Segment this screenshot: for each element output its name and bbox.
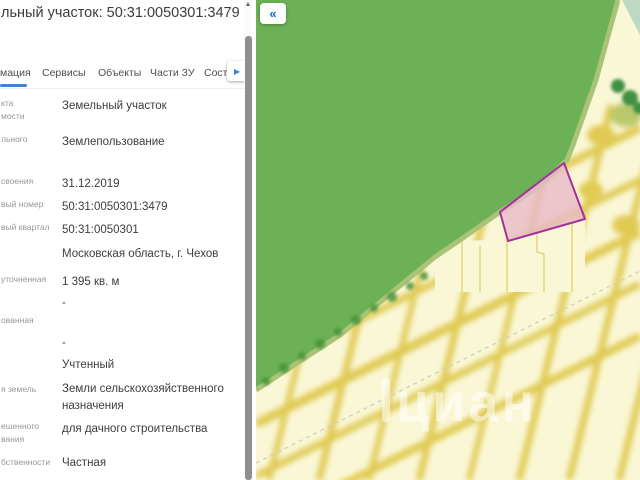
tab-parcel-parts[interactable]: Части ЗУ bbox=[150, 67, 195, 79]
value-area-refined: 1 395 кв. м bbox=[62, 276, 120, 288]
value-dash-1: - bbox=[62, 297, 66, 309]
field-label-land-kind: льного bbox=[1, 134, 28, 144]
watermark-bar bbox=[382, 378, 390, 422]
field-label-area-refined: уточненная bbox=[1, 274, 47, 284]
field-label-permitted-use: ешенного вания bbox=[1, 421, 40, 444]
panel-scrollbar[interactable]: ▲ bbox=[244, 0, 252, 480]
value-address: Московская область, г. Чехов bbox=[62, 248, 219, 260]
field-label-ownership: бственности bbox=[1, 457, 51, 467]
tab-bar: мация Сервисы Объекты Части ЗУ Соста Г ▶ bbox=[0, 60, 252, 89]
tab-services[interactable]: Сервисы bbox=[42, 67, 86, 79]
value-cadastral-quarter: 50:31:0050301 bbox=[62, 224, 139, 236]
map-watermark: циан bbox=[396, 373, 538, 433]
value-status: Учтенный bbox=[62, 359, 115, 371]
field-label-land-category: я земель bbox=[1, 384, 37, 394]
page-title: льный участок: 50:31:0050301:3479 bbox=[1, 5, 240, 21]
value-permitted-use: для дачного строительства bbox=[62, 423, 208, 435]
value-land-kind: Землепользование bbox=[62, 136, 165, 148]
scrollbar-up-icon[interactable]: ▲ bbox=[244, 0, 252, 9]
value-dash-2: - bbox=[62, 337, 66, 349]
collapse-panel-button[interactable]: « bbox=[260, 3, 286, 24]
value-ownership: Частная bbox=[62, 457, 107, 469]
cadastral-map[interactable]: циан « bbox=[256, 0, 640, 480]
value-object-type: Земельный участок bbox=[62, 100, 167, 112]
value-cadastral-number: 50:31:0050301:3479 bbox=[62, 201, 168, 213]
field-label-date-assigned: своения bbox=[1, 176, 34, 186]
tab-objects[interactable]: Объекты bbox=[98, 67, 141, 79]
value-date-assigned: 31.12.2019 bbox=[62, 178, 120, 190]
chevrons-left-icon: « bbox=[269, 6, 277, 21]
scrollbar-thumb[interactable] bbox=[245, 36, 252, 480]
field-label-object-type: кта мости bbox=[1, 98, 25, 121]
field-label-cadastral-number: вый номер bbox=[1, 199, 44, 209]
chevron-right-icon: ▶ bbox=[233, 66, 241, 76]
object-info-panel: льный участок: 50:31:0050301:3479 мация … bbox=[0, 0, 252, 480]
value-land-category: Земли сельскохозяйственного назначения bbox=[62, 383, 224, 412]
active-tab-underline bbox=[0, 84, 27, 87]
field-label-area-declared: ованная bbox=[1, 315, 34, 325]
field-label-cadastral-quarter: вый квартал bbox=[1, 222, 50, 232]
tab-information[interactable]: мация bbox=[0, 67, 31, 79]
